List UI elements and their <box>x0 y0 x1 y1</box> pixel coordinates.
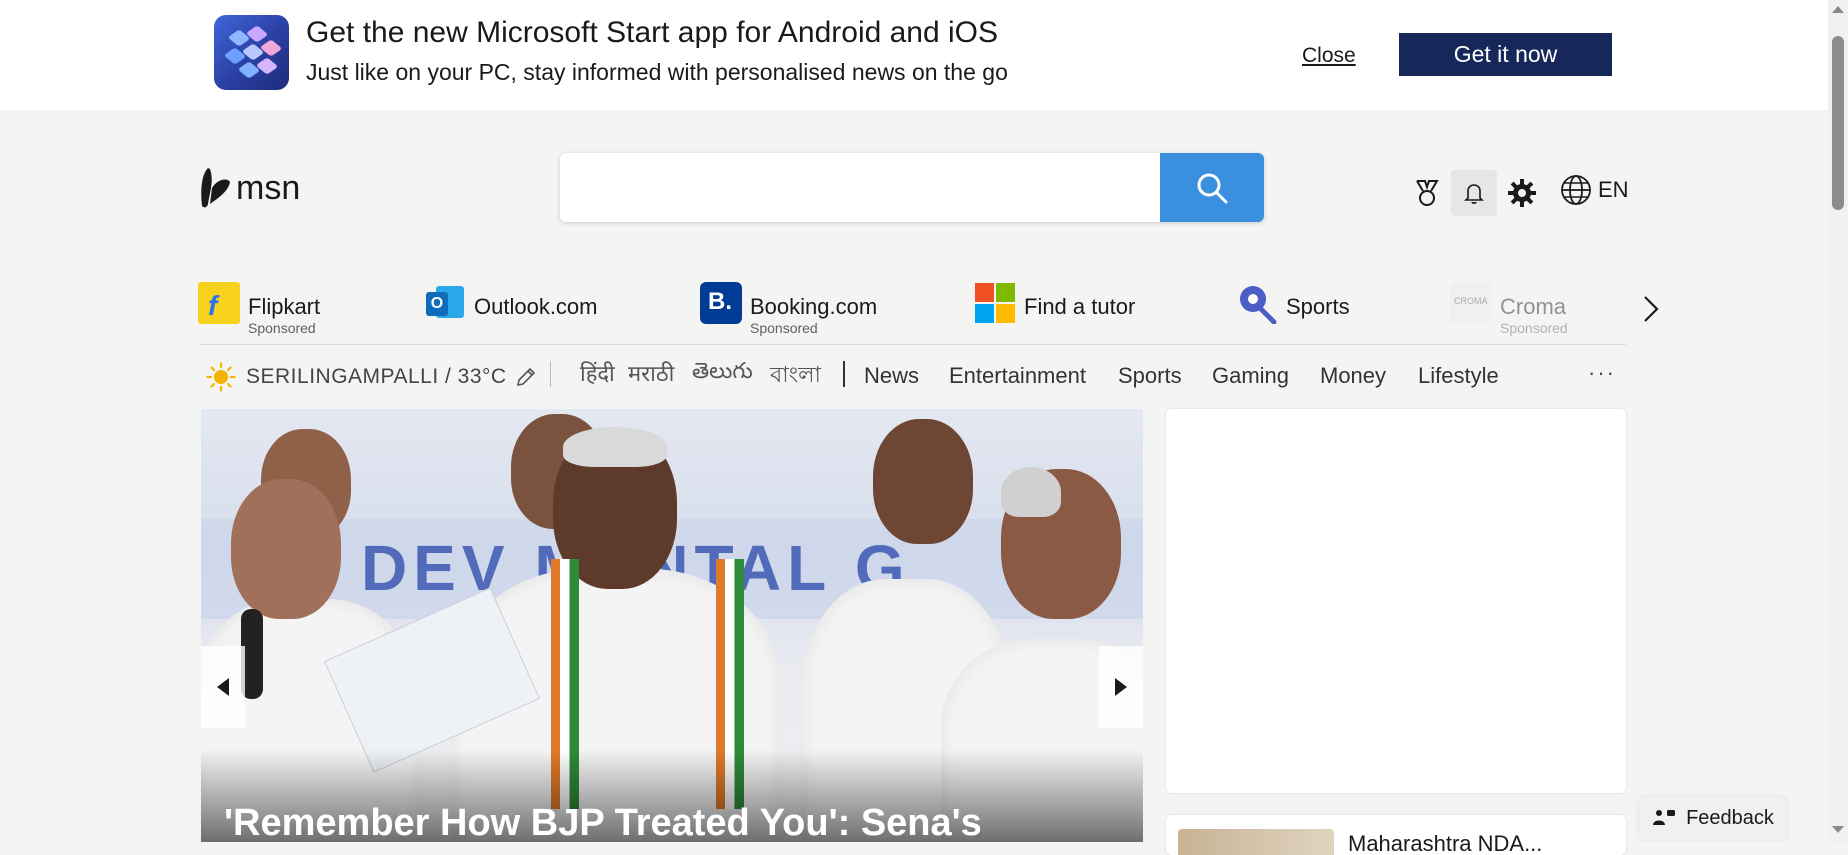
nav-entertainment[interactable]: Entertainment <box>949 363 1086 389</box>
get-it-now-button[interactable]: Get it now <box>1399 33 1612 76</box>
ad-panel <box>1166 409 1626 793</box>
nav-lifestyle[interactable]: Lifestyle <box>1418 363 1499 389</box>
nav-separator <box>550 361 551 387</box>
language-link-hindi[interactable]: हिंदी <box>580 358 615 388</box>
scroll-up-arrow-icon[interactable] <box>1832 6 1844 13</box>
msn-logo-text: msn <box>236 168 301 207</box>
sponsored-label: Sponsored <box>248 320 316 336</box>
nav-news[interactable]: News <box>864 363 919 389</box>
quick-link-flipkart[interactable]: f Flipkart Sponsored <box>198 282 321 336</box>
close-banner-link[interactable]: Close <box>1302 44 1356 68</box>
caret-left-icon <box>217 678 229 696</box>
bell-icon <box>1464 184 1484 204</box>
feedback-icon <box>1653 810 1676 825</box>
rewards-button[interactable] <box>1404 170 1450 216</box>
outlook-icon: O <box>424 282 466 324</box>
quick-link-label: Outlook.com <box>474 294 598 319</box>
person-head <box>873 419 973 544</box>
scrollbar-thumb[interactable] <box>1832 36 1844 210</box>
notifications-button[interactable] <box>1451 170 1497 216</box>
feedback-label: Feedback <box>1686 806 1774 829</box>
edit-pencil-icon[interactable] <box>515 366 537 388</box>
hero-carousel-image[interactable]: AL DEV MENTAL G <box>201 409 1143 842</box>
app-promo-banner: Get the new Microsoft Start app for Andr… <box>0 0 1828 110</box>
quick-link-find-a-tutor[interactable]: Find a tutor <box>974 282 1135 324</box>
news-card-thumbnail <box>1178 829 1334 855</box>
search-icon <box>1197 173 1228 203</box>
microsoft-start-app-icon <box>214 15 289 90</box>
person-hair <box>1001 467 1061 517</box>
settings-button[interactable] <box>1499 170 1545 216</box>
feedback-button[interactable]: Feedback <box>1639 796 1787 840</box>
nav-sports[interactable]: Sports <box>1118 363 1182 389</box>
quick-link-croma[interactable]: CROMA Croma Sponsored <box>1450 282 1568 336</box>
msn-butterfly-icon <box>201 168 230 208</box>
caret-right-icon <box>1115 678 1127 696</box>
language-link-marathi[interactable]: मराठी <box>628 358 674 388</box>
person-hair <box>563 427 667 467</box>
quick-link-outlook[interactable]: O Outlook.com <box>424 282 598 324</box>
quick-link-label: Booking.com <box>750 294 878 319</box>
flipkart-icon: f <box>198 282 240 324</box>
scroll-down-arrow-icon[interactable] <box>1832 826 1844 833</box>
quick-link-label: Croma <box>1500 294 1567 319</box>
globe-icon <box>1561 175 1591 205</box>
language-link-telugu[interactable]: తెలుగు <box>692 358 753 389</box>
language-link-bengali[interactable]: বাংলা <box>770 358 821 395</box>
windows-tiles-icon <box>974 282 1016 324</box>
quick-link-sports[interactable]: Sports <box>1236 282 1350 325</box>
msn-logo[interactable]: msn <box>198 166 300 210</box>
search-box[interactable] <box>560 153 1264 222</box>
language-selector[interactable]: EN <box>1560 174 1629 206</box>
quick-link-label: Find a tutor <box>1024 294 1136 319</box>
weather-location-temp: SERILINGAMPALLI / 33°C <box>246 365 507 388</box>
sun-icon <box>206 362 236 392</box>
banner-title: Get the new Microsoft Start app for Andr… <box>306 16 999 49</box>
search-input[interactable] <box>576 167 1140 209</box>
banner-subtitle: Just like on your PC, stay informed with… <box>306 59 1008 85</box>
quick-link-label: Flipkart <box>248 294 321 319</box>
sponsored-label: Sponsored <box>1500 320 1568 336</box>
search-button[interactable] <box>1160 153 1264 222</box>
chevron-right-icon <box>1644 296 1659 322</box>
rewards-icon <box>1416 180 1439 206</box>
quick-links-next-button[interactable] <box>1640 292 1662 331</box>
more-menu-button[interactable]: ··· <box>1588 360 1616 386</box>
language-code: EN <box>1598 177 1629 202</box>
weather-widget[interactable]: SERILINGAMPALLI / 33°C <box>206 362 537 392</box>
quick-link-label: Sports <box>1286 294 1350 319</box>
nav-money[interactable]: Money <box>1320 363 1386 389</box>
news-card-title: Maharashtra NDA... <box>1348 831 1543 855</box>
person-head <box>231 479 341 619</box>
sports-icon <box>1236 282 1278 325</box>
hero-headline[interactable]: 'Remember How BJP Treated You': Sena's <box>224 802 982 845</box>
carousel-prev-button[interactable] <box>201 646 245 728</box>
sponsored-label: Sponsored <box>750 320 818 336</box>
nav-separator <box>843 361 845 387</box>
croma-icon: CROMA <box>1450 282 1492 324</box>
booking-icon: B. <box>700 282 742 324</box>
carousel-next-button[interactable] <box>1099 646 1143 728</box>
section-divider <box>200 344 1626 345</box>
gear-icon <box>1508 179 1536 207</box>
page-scrollbar[interactable] <box>1828 0 1848 842</box>
news-card[interactable]: Maharashtra NDA... <box>1166 815 1626 855</box>
quick-link-booking[interactable]: B. Booking.com Sponsored <box>700 282 878 336</box>
nav-gaming[interactable]: Gaming <box>1212 363 1289 389</box>
